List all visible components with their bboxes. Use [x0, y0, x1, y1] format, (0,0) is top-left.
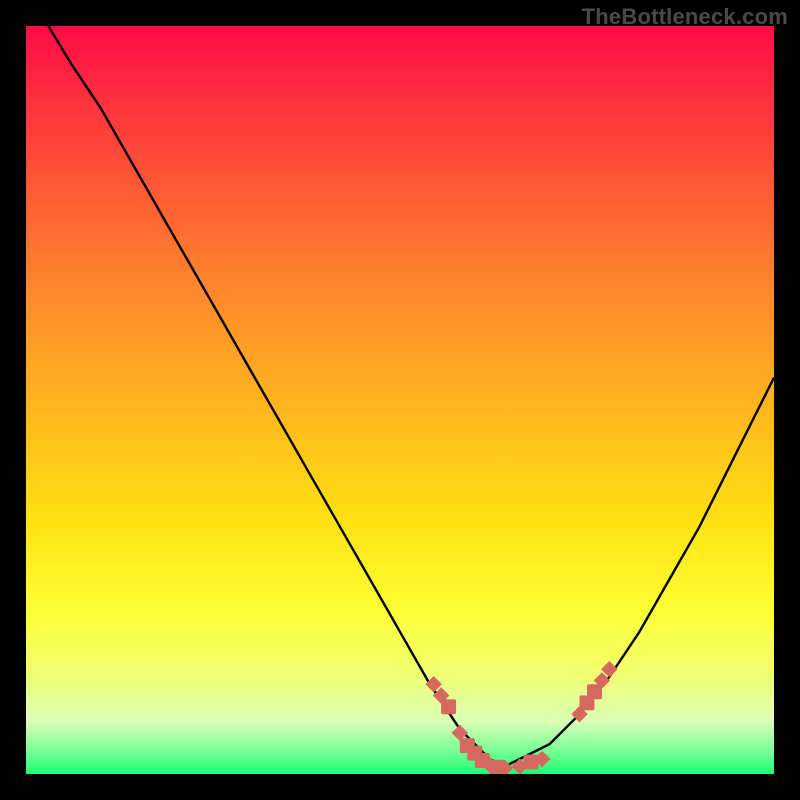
curve-marker — [441, 699, 456, 714]
watermark-text: TheBottleneck.com — [582, 4, 788, 30]
chart-plot-area — [26, 26, 774, 774]
chart-svg — [26, 26, 774, 774]
curve-marker — [523, 755, 538, 770]
bottleneck-curve — [48, 26, 774, 767]
curve-group — [48, 26, 774, 767]
